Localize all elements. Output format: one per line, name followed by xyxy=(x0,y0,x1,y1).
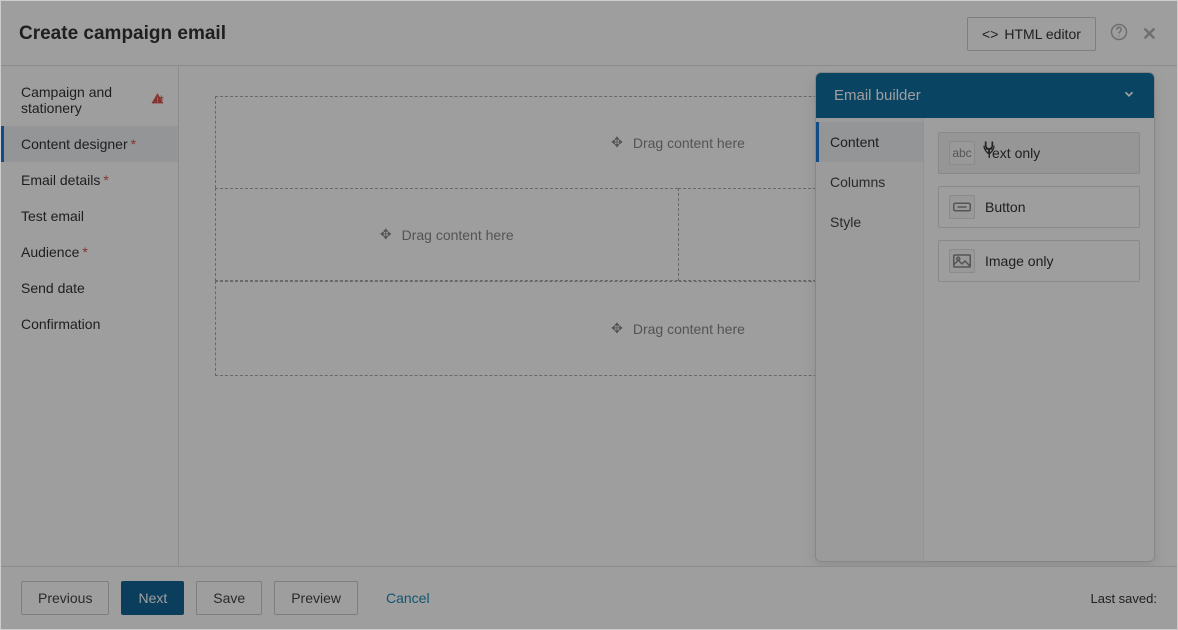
builder-item-text-only[interactable]: abc Text only xyxy=(938,132,1140,174)
required-asterisk: * xyxy=(82,244,87,260)
sidebar-item-label: Test email xyxy=(21,208,84,224)
modal-header: Create campaign email <> HTML editor ✕ xyxy=(1,1,1177,66)
html-editor-button[interactable]: <> HTML editor xyxy=(967,17,1096,51)
sidebar-item-audience[interactable]: Audience * xyxy=(1,234,178,270)
close-icon[interactable]: ✕ xyxy=(1142,24,1157,45)
sidebar-item-send-date[interactable]: Send date xyxy=(1,270,178,306)
cancel-button[interactable]: Cancel xyxy=(370,582,446,614)
required-asterisk: * xyxy=(103,172,108,188)
builder-item-label: Button xyxy=(985,199,1025,215)
warning-icon xyxy=(151,92,164,108)
sidebar-item-label: Confirmation xyxy=(21,316,100,332)
builder-item-label: Image only xyxy=(985,253,1053,269)
modal-create-campaign-email: Create campaign email <> HTML editor ✕ C… xyxy=(0,0,1178,630)
sidebar-item-test-email[interactable]: Test email xyxy=(1,198,178,234)
sidebar-item-label: Audience xyxy=(21,244,79,260)
last-saved: Last saved: xyxy=(1091,591,1158,606)
sidebar-item-label: Send date xyxy=(21,280,85,296)
code-icon: <> xyxy=(982,26,998,42)
builder-tabs: Content Columns Style xyxy=(816,118,924,561)
move-icon: ✥ xyxy=(611,134,623,151)
builder-item-image-only[interactable]: Image only xyxy=(938,240,1140,282)
last-saved-label: Last saved: xyxy=(1091,591,1158,606)
header-actions: <> HTML editor ✕ xyxy=(967,17,1157,51)
email-builder-panel: Email builder Content Columns Style xyxy=(815,72,1155,562)
sidebar-item-label: Email details xyxy=(21,172,100,188)
sidebar-item-campaign-and-stationery[interactable]: Campaign and stationery * xyxy=(1,74,178,126)
builder-item-label: Text only xyxy=(985,145,1040,161)
move-icon: ✥ xyxy=(611,320,623,337)
move-icon: ✥ xyxy=(380,226,392,243)
email-builder-body: Content Columns Style abc Text only xyxy=(816,118,1154,561)
email-builder-header[interactable]: Email builder xyxy=(816,73,1154,118)
footer-actions: Previous Next Save Preview Cancel xyxy=(21,581,446,615)
sidebar-item-confirmation[interactable]: Confirmation xyxy=(1,306,178,342)
builder-item-button[interactable]: Button xyxy=(938,186,1140,228)
help-icon[interactable] xyxy=(1110,23,1128,46)
drop-label: Drag content here xyxy=(402,227,514,243)
builder-items: abc Text only Button Image only xyxy=(924,118,1154,561)
chevron-down-icon xyxy=(1122,87,1136,104)
next-button[interactable]: Next xyxy=(121,581,184,615)
sidebar-item-label: Campaign and stationery xyxy=(21,84,156,116)
preview-button[interactable]: Preview xyxy=(274,581,358,615)
tab-style[interactable]: Style xyxy=(816,202,923,242)
modal-footer: Previous Next Save Preview Cancel Last s… xyxy=(1,566,1177,629)
modal-body: Campaign and stationery * Content design… xyxy=(1,66,1177,566)
tab-label: Columns xyxy=(830,174,885,190)
image-icon xyxy=(949,249,975,273)
drop-label: Drag content here xyxy=(633,135,745,151)
tab-columns[interactable]: Columns xyxy=(816,162,923,202)
save-button[interactable]: Save xyxy=(196,581,262,615)
html-editor-label: HTML editor xyxy=(1004,26,1081,42)
tab-label: Style xyxy=(830,214,861,230)
wizard-sidebar: Campaign and stationery * Content design… xyxy=(1,66,179,566)
drop-label: Drag content here xyxy=(633,321,745,337)
text-icon: abc xyxy=(949,141,975,165)
previous-button[interactable]: Previous xyxy=(21,581,109,615)
modal-title: Create campaign email xyxy=(19,23,226,45)
sidebar-item-content-designer[interactable]: Content designer * xyxy=(1,126,178,162)
email-builder-title: Email builder xyxy=(834,87,921,104)
drop-zone-left[interactable]: ✥ Drag content here xyxy=(215,188,678,281)
sidebar-item-email-details[interactable]: Email details * xyxy=(1,162,178,198)
sidebar-item-label: Content designer xyxy=(21,136,128,152)
required-asterisk: * xyxy=(131,136,136,152)
tab-content[interactable]: Content xyxy=(816,122,923,162)
button-icon xyxy=(949,195,975,219)
tab-label: Content xyxy=(830,134,879,150)
